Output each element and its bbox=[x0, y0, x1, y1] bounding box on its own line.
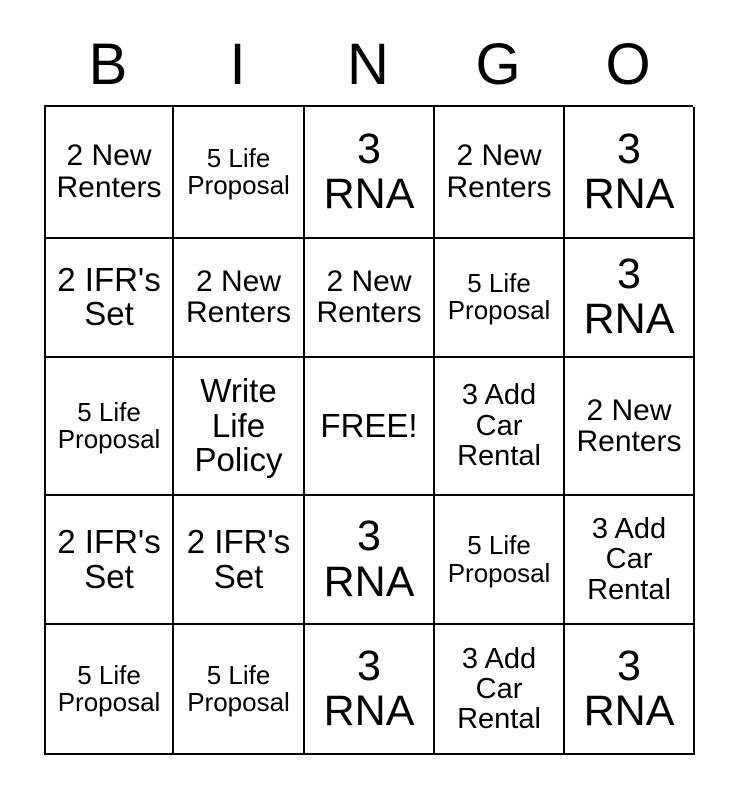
bingo-square-label: 3 Add Car Rental bbox=[457, 379, 541, 473]
bingo-square[interactable]: Write Life Policy bbox=[174, 358, 305, 496]
bingo-square[interactable]: 2 New Renters bbox=[435, 107, 565, 239]
bingo-square-free[interactable]: FREE! bbox=[305, 358, 435, 496]
bingo-square[interactable]: 2 New Renters bbox=[565, 358, 695, 496]
bingo-square-label: 3 RNA bbox=[583, 642, 675, 736]
bingo-square[interactable]: 2 IFR's Set bbox=[46, 238, 174, 359]
bingo-square[interactable]: 5 Life Proposal bbox=[174, 107, 305, 239]
bingo-square-label: 2 IFR's Set bbox=[57, 260, 161, 333]
bingo-square[interactable]: 3 RNA bbox=[565, 238, 695, 359]
bingo-card: B I N G O 2 New Renters 5 Life Proposal … bbox=[0, 0, 736, 800]
bingo-square[interactable]: 3 RNA bbox=[305, 107, 435, 239]
bingo-square-label: 3 RNA bbox=[583, 250, 675, 344]
bingo-square-label: 3 Add Car Rental bbox=[587, 512, 671, 606]
bingo-square[interactable]: 2 New Renters bbox=[174, 238, 305, 359]
bingo-square[interactable]: 5 Life Proposal bbox=[435, 495, 565, 626]
bingo-square-label: 3 RNA bbox=[323, 642, 415, 736]
bingo-square[interactable]: 5 Life Proposal bbox=[46, 358, 174, 496]
bingo-square-label: 2 New Renters bbox=[316, 264, 422, 330]
bingo-square[interactable]: 3 RNA bbox=[305, 495, 435, 626]
bingo-row: 2 IFR's Set 2 New Renters 2 New Renters … bbox=[46, 238, 695, 359]
bingo-square-label: 5 Life Proposal bbox=[447, 530, 551, 588]
bingo-row: 2 IFR's Set 2 IFR's Set 3 RNA 5 Life Pro… bbox=[46, 495, 695, 626]
bingo-square-label: 2 New Renters bbox=[185, 264, 292, 330]
bingo-square[interactable]: 3 RNA bbox=[305, 625, 435, 755]
header-letter-o: O bbox=[605, 31, 651, 97]
bingo-header: B I N G O bbox=[44, 24, 693, 105]
bingo-square[interactable]: 3 Add Car Rental bbox=[565, 495, 695, 626]
bingo-row: 5 Life Proposal 5 Life Proposal 3 RNA 3 … bbox=[46, 625, 695, 755]
bingo-square-label: 2 New Renters bbox=[446, 139, 552, 204]
bingo-square-label: 5 Life Proposal bbox=[57, 659, 161, 718]
bingo-square[interactable]: 2 New Renters bbox=[46, 107, 174, 239]
bingo-square-label: 3 RNA bbox=[583, 124, 675, 218]
bingo-row: 5 Life Proposal Write Life Policy FREE! … bbox=[46, 358, 695, 496]
bingo-square-label: FREE! bbox=[320, 406, 418, 444]
bingo-square-label: 3 RNA bbox=[323, 124, 415, 218]
bingo-row: 2 New Renters 5 Life Proposal 3 RNA 2 Ne… bbox=[46, 107, 695, 239]
bingo-square-label: 3 Add Car Rental bbox=[457, 642, 541, 736]
bingo-square[interactable]: 2 IFR's Set bbox=[174, 495, 305, 626]
bingo-square-label: 5 Life Proposal bbox=[447, 268, 551, 326]
header-letter-n: N bbox=[347, 31, 389, 97]
bingo-square-label: 3 RNA bbox=[323, 512, 415, 606]
bingo-square-label: 2 New Renters bbox=[576, 393, 682, 458]
bingo-square-label: 5 Life Proposal bbox=[57, 396, 161, 454]
bingo-grid: 2 New Renters 5 Life Proposal 3 RNA 2 Ne… bbox=[44, 105, 695, 755]
bingo-square[interactable]: 5 Life Proposal bbox=[435, 238, 565, 359]
bingo-square-label: 2 IFR's Set bbox=[186, 522, 291, 595]
bingo-square-label: 2 IFR's Set bbox=[57, 522, 161, 595]
header-letter-i: I bbox=[229, 31, 246, 97]
bingo-square[interactable]: 5 Life Proposal bbox=[174, 625, 305, 755]
bingo-square[interactable]: 5 Life Proposal bbox=[46, 625, 174, 755]
bingo-square-label: 5 Life Proposal bbox=[187, 142, 290, 200]
bingo-square[interactable]: 3 RNA bbox=[565, 107, 695, 239]
bingo-square-label: Write Life Policy bbox=[194, 372, 283, 479]
bingo-square[interactable]: 2 IFR's Set bbox=[46, 495, 174, 626]
bingo-square[interactable]: 3 RNA bbox=[565, 625, 695, 755]
header-letter-g: G bbox=[475, 31, 521, 97]
header-letter-b: B bbox=[88, 31, 128, 97]
bingo-square[interactable]: 2 New Renters bbox=[305, 238, 435, 359]
bingo-square-label: 5 Life Proposal bbox=[187, 659, 290, 718]
bingo-square[interactable]: 3 Add Car Rental bbox=[435, 625, 565, 755]
bingo-square-label: 2 New Renters bbox=[56, 139, 162, 204]
bingo-square[interactable]: 3 Add Car Rental bbox=[435, 358, 565, 496]
